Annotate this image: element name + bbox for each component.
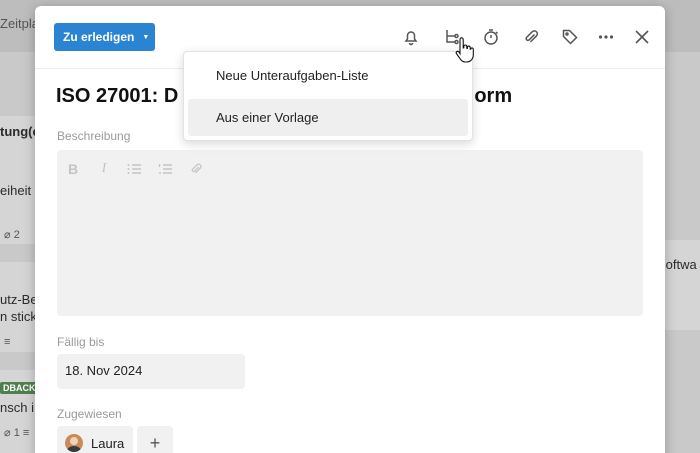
more-icon[interactable] — [594, 25, 618, 49]
board-text-fragment: eiheit — [0, 183, 32, 198]
task-title-start: ISO 27001: D — [56, 85, 179, 107]
due-date-field[interactable]: 18. Nov 2024 — [57, 354, 245, 389]
bold-icon[interactable]: B — [64, 160, 82, 178]
tag-icon[interactable] — [558, 25, 582, 49]
timer-icon[interactable] — [479, 25, 503, 49]
board-attachment-count: ⌀ 2 — [4, 229, 20, 241]
close-icon[interactable] — [630, 25, 654, 49]
board-text-fragment: utz-Be — [0, 292, 38, 307]
board-card — [665, 240, 700, 330]
bell-icon[interactable] — [399, 25, 423, 49]
add-assignee-button[interactable]: + — [137, 426, 173, 453]
board-text-fragment: n stick — [0, 309, 37, 324]
numbered-list-icon[interactable] — [156, 160, 174, 178]
board-text-fragment: tung(c — [0, 124, 40, 139]
description-label: Beschreibung — [57, 129, 131, 143]
menu-item-from-template[interactable]: Aus einer Vorlage — [188, 99, 468, 136]
paperclip-icon[interactable] — [519, 25, 543, 49]
board-tab-partial: Zeitpla — [0, 16, 40, 31]
italic-icon[interactable]: I — [95, 160, 113, 178]
bullet-list-icon[interactable] — [125, 160, 143, 178]
status-button-label: Zu erledigen — [63, 30, 135, 44]
hand-cursor-icon — [452, 37, 476, 63]
attach-icon[interactable] — [187, 160, 205, 178]
board-lines-icon: ≡ — [4, 336, 11, 348]
assignee-chip[interactable]: Laura — [57, 426, 133, 453]
board-feedback-badge: DBACK — [0, 382, 39, 394]
board-text-fragment: nsch i — [0, 400, 34, 415]
board-attachment-count: ⌀ 1 ≡ — [4, 427, 30, 439]
status-button[interactable]: Zu erledigen ▼ — [54, 23, 155, 51]
caret-down-icon: ▼ — [142, 33, 150, 41]
avatar — [65, 434, 83, 452]
assigned-label: Zugewiesen — [57, 407, 122, 421]
description-editor[interactable]: B I — [57, 150, 643, 316]
menu-item-new-subtask-list[interactable]: Neue Unteraufgaben-Liste — [188, 57, 468, 94]
due-date-label: Fällig bis — [57, 335, 105, 349]
subtasks-dropdown: Neue Unteraufgaben-Liste Aus einer Vorla… — [183, 51, 473, 141]
assignee-name: Laura — [91, 435, 125, 451]
